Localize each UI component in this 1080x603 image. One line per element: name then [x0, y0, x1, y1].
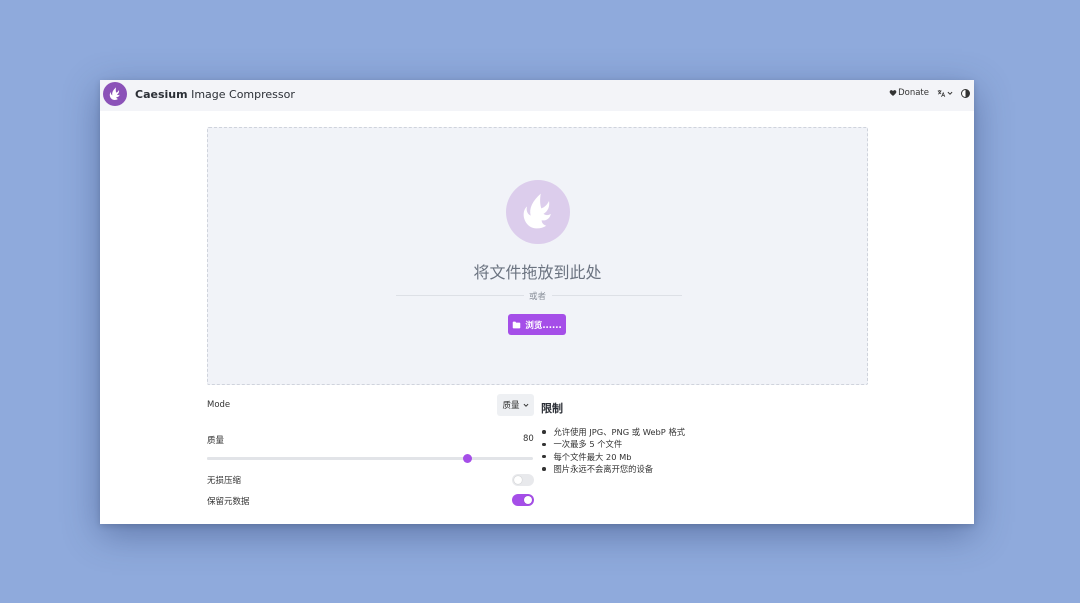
top-bar: Caesium Image Compressor Donate — [100, 80, 974, 111]
chevron-down-icon — [523, 403, 528, 407]
language-selector[interactable] — [937, 89, 953, 98]
limit-text: 允许使用 JPG、PNG 或 WebP 格式 — [553, 427, 686, 437]
limits-list: 允许使用 JPG、PNG 或 WebP 格式 一次最多 5 个文件 每个文件最大… — [541, 426, 685, 475]
limit-text: 每个文件最大 20 Mb — [553, 451, 632, 462]
list-item: 一次最多 5 个文件 — [541, 438, 685, 450]
translate-icon — [937, 89, 946, 97]
limit-text: 一次最多 5 个文件 — [553, 439, 623, 450]
chevron-down-icon — [947, 91, 953, 95]
keep-metadata-toggle[interactable] — [512, 494, 534, 506]
limit-text: 图片永远不会离开您的设备 — [553, 463, 654, 474]
quality-value: 80 — [523, 434, 534, 444]
browse-label: 浏览...... — [525, 320, 562, 331]
app-window: Caesium Image Compressor Donate 将文件拖放到此处… — [100, 80, 974, 524]
file-dropzone[interactable]: 将文件拖放到此处 或者 浏览...... — [207, 127, 868, 385]
quality-label: 质量 — [207, 436, 225, 446]
donate-label: Donate — [898, 88, 929, 98]
browse-button[interactable]: 浏览...... — [508, 314, 566, 335]
or-text: 或者 — [528, 292, 546, 302]
toggle-knob — [514, 476, 522, 484]
mode-select[interactable]: 质量 — [497, 394, 534, 416]
lossless-toggle[interactable] — [512, 474, 534, 486]
header-actions: Donate — [889, 88, 970, 98]
contrast-icon[interactable] — [961, 88, 970, 98]
list-item: 允许使用 JPG、PNG 或 WebP 格式 — [541, 426, 685, 438]
mode-select-value: 质量 — [502, 401, 520, 411]
app-title: Caesium Image Compressor — [135, 88, 295, 101]
app-title-rest: Image Compressor — [187, 88, 295, 101]
limits-title: 限制 — [541, 402, 563, 415]
bullet — [542, 430, 546, 434]
mode-label: Mode — [207, 400, 231, 410]
bullet — [542, 467, 546, 471]
heart-icon — [889, 90, 897, 96]
bullet — [542, 442, 546, 447]
folder-icon — [513, 321, 521, 328]
toggle-knob — [524, 496, 532, 504]
quality-slider[interactable] — [207, 454, 533, 463]
lossless-label: 无损压缩 — [207, 476, 242, 486]
quality-slider-thumb[interactable] — [463, 454, 473, 463]
bullet — [542, 454, 546, 459]
keep-metadata-label: 保留元数据 — [207, 497, 250, 507]
caesium-bird-icon[interactable] — [103, 82, 127, 106]
quality-slider-fill — [207, 457, 468, 460]
dropzone-title: 将文件拖放到此处 — [473, 263, 602, 282]
list-item: 图片永远不会离开您的设备 — [541, 463, 685, 475]
list-item: 每个文件最大 20 Mb — [541, 451, 685, 463]
donate-button[interactable]: Donate — [889, 88, 929, 98]
caesium-bird-icon — [506, 180, 570, 244]
app-title-bold: Caesium — [135, 88, 188, 101]
